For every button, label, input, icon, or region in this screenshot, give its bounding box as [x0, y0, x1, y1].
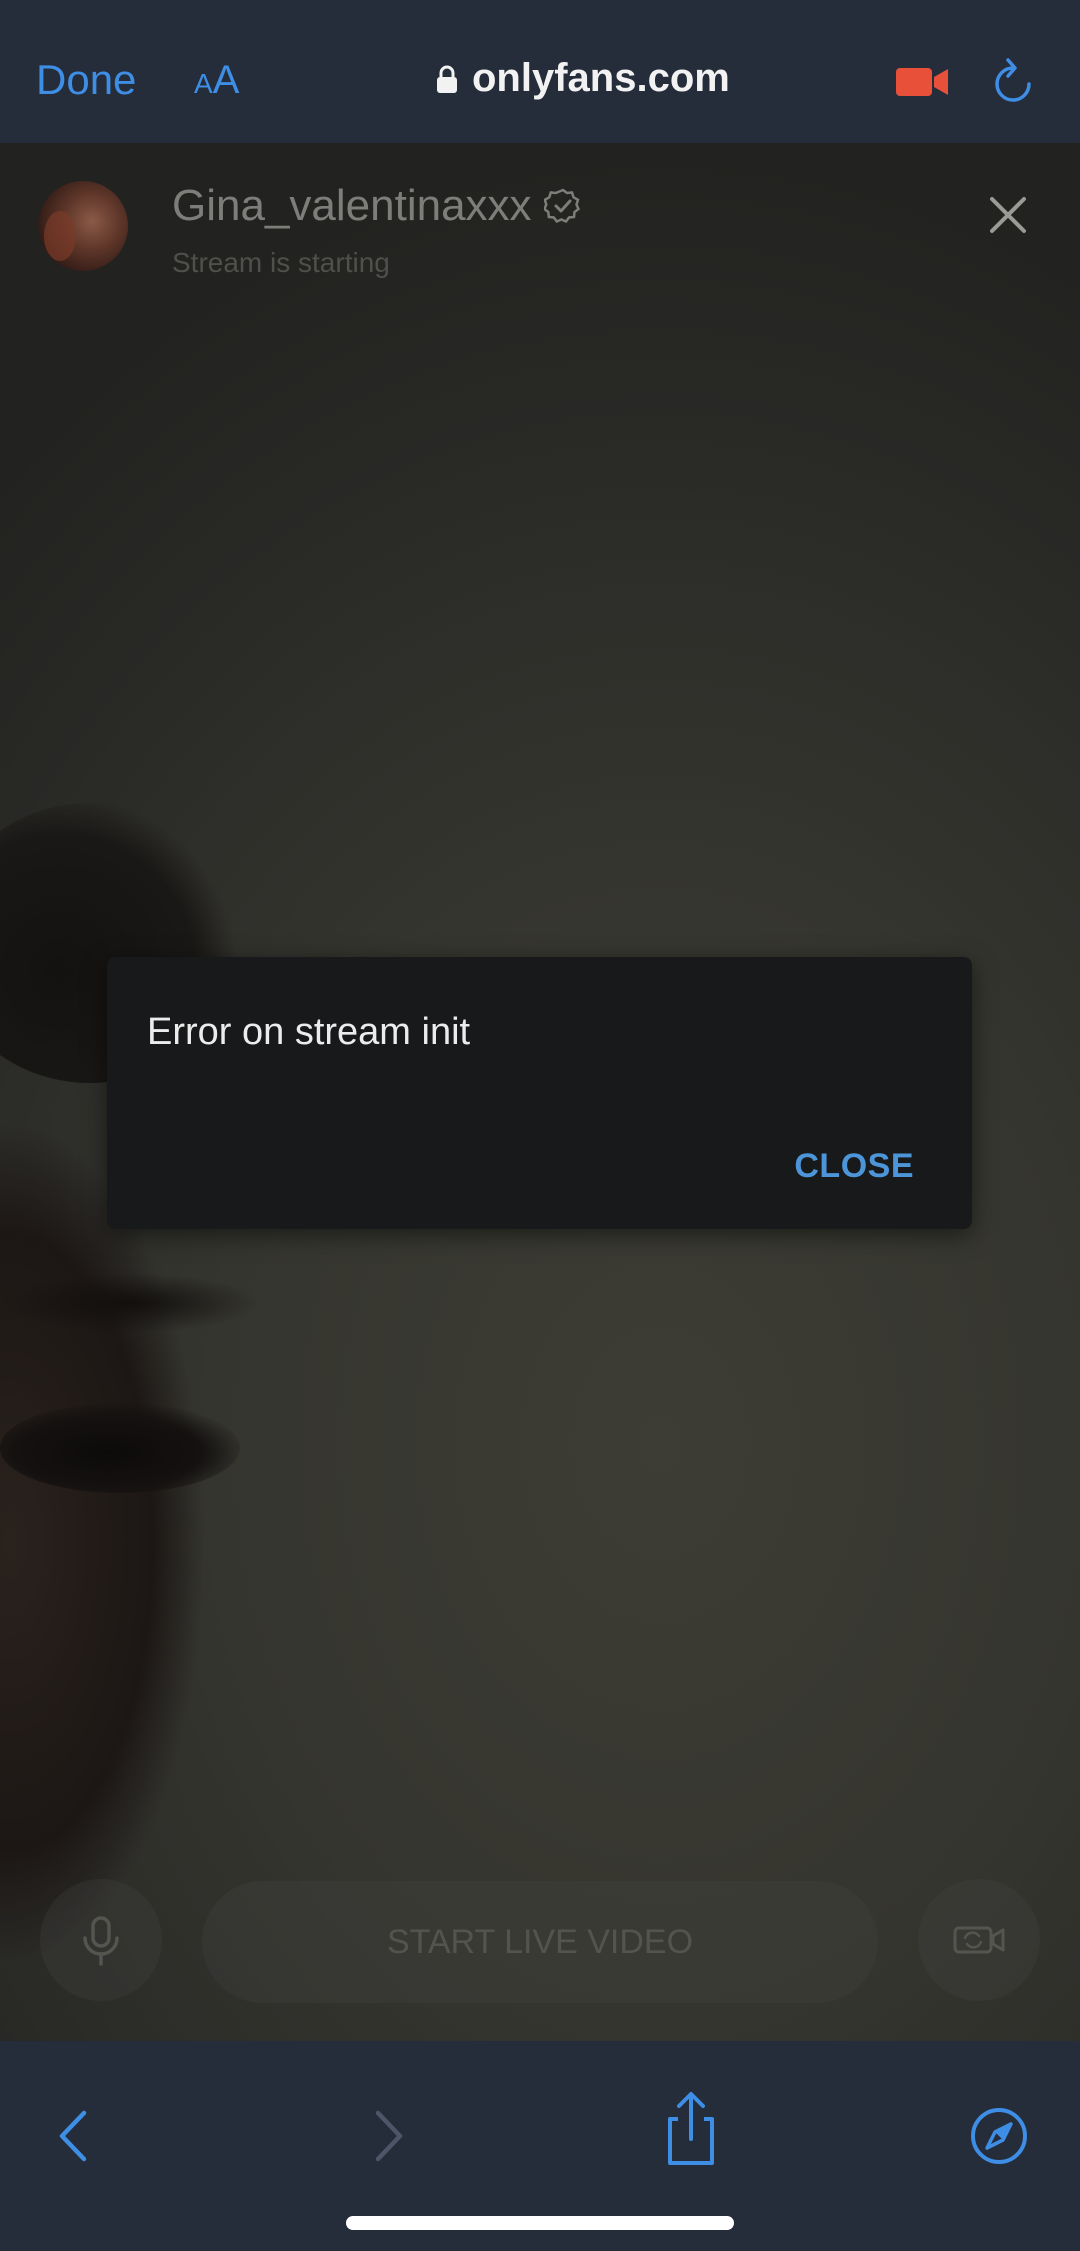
video-camera-icon[interactable] [896, 66, 948, 98]
text-size-small-label: A [194, 68, 213, 99]
share-icon[interactable] [656, 2089, 726, 2169]
start-live-video-button[interactable]: START LIVE VIDEO [202, 1881, 878, 2003]
camera-preview-brow [0, 1273, 260, 1333]
reload-icon[interactable] [990, 54, 1036, 108]
browser-top-bar: Done AA onlyfans.com [0, 0, 1080, 143]
address-bar[interactable]: onlyfans.com [436, 56, 730, 101]
error-dialog: Error on stream init CLOSE [107, 957, 972, 1229]
camera-flip-button[interactable] [918, 1879, 1040, 2001]
stream-status: Stream is starting [172, 247, 390, 278]
avatar[interactable] [38, 181, 128, 271]
dialog-close-button[interactable]: CLOSE [794, 1147, 914, 1186]
text-size-large-label: A [212, 58, 240, 102]
done-button[interactable]: Done [36, 56, 136, 104]
verified-badge-icon [543, 188, 580, 224]
username-label: Gina_valentinaxxx [172, 181, 532, 230]
username: Gina_valentinaxxx [172, 181, 582, 231]
close-icon[interactable] [988, 195, 1028, 235]
live-stream-view: Gina_valentinaxxx Stream is starting Err… [0, 143, 1080, 2041]
text-size-button[interactable]: AA [194, 58, 239, 103]
start-live-video-label: START LIVE VIDEO [386, 1922, 694, 1961]
error-message: Error on stream init [147, 1011, 471, 1053]
camera-preview-eye [0, 1403, 240, 1493]
microphone-icon [83, 1916, 119, 1966]
camera-flip-icon [953, 1926, 1005, 1954]
compass-icon[interactable] [964, 2101, 1034, 2171]
back-icon[interactable] [40, 2101, 110, 2171]
microphone-button[interactable] [40, 1879, 162, 2001]
lock-icon [437, 65, 457, 93]
forward-icon[interactable] [352, 2101, 422, 2171]
domain-label: onlyfans.com [472, 56, 730, 100]
home-indicator[interactable] [346, 2216, 734, 2230]
